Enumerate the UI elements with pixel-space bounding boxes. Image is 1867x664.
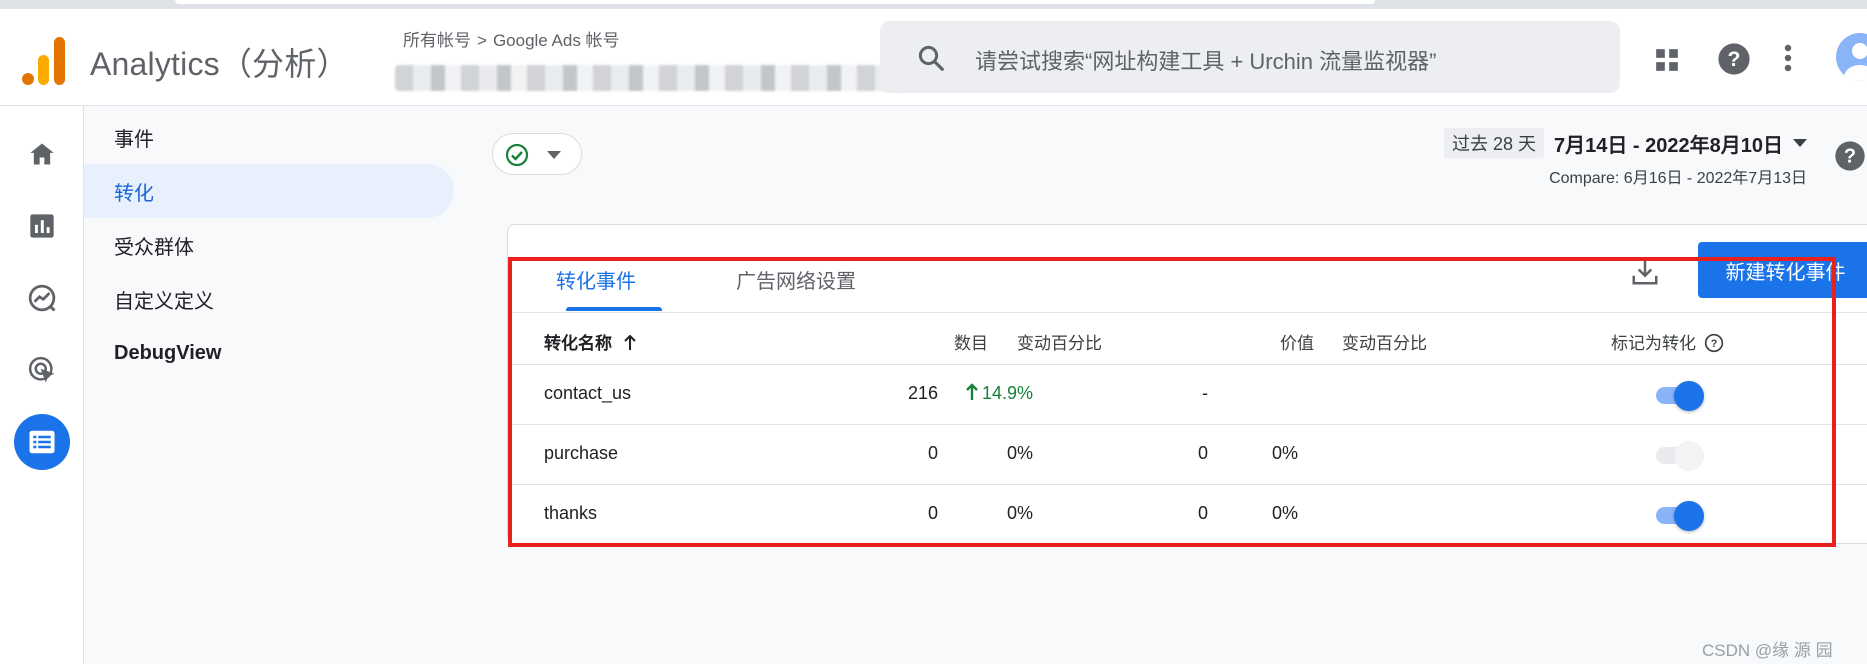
home-icon	[30, 143, 54, 165]
svg-text:?: ?	[1844, 146, 1856, 168]
breadcrumb-account[interactable]: Google Ads 帐号	[493, 31, 620, 50]
toggle-knob	[1674, 501, 1704, 531]
nav-item-label: 受众群体	[114, 236, 194, 259]
browser-strip	[0, 0, 1867, 9]
nav-item-label: 转化	[114, 182, 154, 205]
help-outline-icon[interactable]: ?	[1704, 333, 1724, 353]
chevron-down-icon	[1793, 139, 1807, 147]
rail-nav	[0, 106, 84, 664]
reports-nav-button[interactable]	[22, 206, 62, 246]
row-value-change: 0%	[1271, 443, 1298, 463]
more-vert-icon[interactable]	[1782, 43, 1794, 73]
nav-item-conversions[interactable]: 转化	[84, 164, 454, 218]
tab-bar: 转化事件 广告网络设置 新建转化事件	[508, 225, 1867, 313]
date-compare: Compare: 6月16日 - 2022年7月13日	[1549, 170, 1807, 187]
toggle-knob	[1674, 381, 1704, 411]
table-header: 转化名称 数目 变动百分比 价值 变动百分比 标记为转化 ?	[508, 313, 1867, 365]
active-tab-indicator	[566, 307, 662, 311]
col-header-count[interactable]: 数目	[954, 329, 988, 354]
configure-nav-button[interactable]	[14, 414, 70, 470]
row-name: thanks	[544, 503, 598, 523]
tab-ad-network-settings[interactable]: 广告网络设置	[736, 265, 856, 294]
col-header-mark-as-conversion[interactable]: 标记为转化 ?	[1611, 329, 1724, 354]
row-count-change: 0%	[1006, 443, 1033, 463]
nav-item-debugview[interactable]: DebugView	[84, 326, 454, 380]
mark-conversion-toggle[interactable]	[1652, 440, 1704, 471]
nav-item-custom-definitions[interactable]: 自定义定义	[84, 272, 454, 326]
explore-nav-button[interactable]	[22, 278, 62, 318]
table-row: contact_us 216 14.9% -	[508, 365, 1867, 425]
trend-up-arrow-icon	[966, 383, 978, 400]
svg-text:?: ?	[1728, 47, 1741, 71]
app-header: Analytics（分析） 所有帐号 > Google Ads 帐号 请尝试搜索“网…	[0, 9, 1867, 106]
analytics-logo	[22, 37, 66, 85]
toggle-knob	[1674, 441, 1704, 471]
configure-menu: 事件 转化 受众群体 自定义定义 DebugView	[84, 106, 470, 664]
page-help-icon[interactable]: ?	[1834, 140, 1866, 172]
list-icon	[29, 430, 55, 454]
col-header-name[interactable]: 转化名称	[544, 329, 637, 354]
col-header-count-change[interactable]: 变动百分比	[1017, 329, 1102, 354]
conversions-card: 转化事件 广告网络设置 新建转化事件 转化名称 数目 变动百分比 价值 变动百分…	[507, 224, 1867, 544]
account-icon	[1844, 43, 1867, 81]
advertising-nav-button[interactable]	[22, 350, 62, 390]
col-header-name-label: 转化名称	[544, 334, 612, 353]
avatar[interactable]	[1836, 33, 1867, 81]
watermark: CSDN @缘 源 园	[1702, 641, 1833, 660]
check-circle-icon	[505, 143, 529, 167]
row-name: purchase	[544, 443, 619, 463]
col-header-value-change[interactable]: 变动百分比	[1342, 329, 1427, 354]
breadcrumb-separator: >	[477, 31, 487, 50]
breadcrumb[interactable]: 所有帐号 > Google Ads 帐号	[403, 26, 620, 51]
table-row: purchase 0 0% 0 0%	[508, 425, 1867, 485]
row-value: 0	[1197, 503, 1208, 523]
nav-item-label: 自定义定义	[114, 290, 214, 313]
download-icon[interactable]	[1630, 257, 1660, 287]
explore-icon	[28, 284, 56, 312]
nav-item-label: 事件	[114, 128, 154, 151]
row-count: 0	[927, 503, 938, 523]
breadcrumb-root[interactable]: 所有帐号	[403, 31, 471, 50]
svg-text:?: ?	[1710, 338, 1717, 350]
help-icon[interactable]: ?	[1717, 42, 1751, 76]
new-conversion-event-button[interactable]: 新建转化事件	[1698, 242, 1867, 298]
search-bar[interactable]: 请尝试搜索“网址构建工具 + Urchin 流量监视器”	[880, 21, 1620, 93]
nav-item-audiences[interactable]: 受众群体	[84, 218, 454, 272]
app-brand: Analytics（分析）	[90, 46, 349, 82]
arrow-up-icon	[624, 334, 636, 350]
redacted-property-name[interactable]	[395, 65, 915, 91]
row-count: 216	[907, 383, 938, 403]
row-count-change-value: 14.9%	[981, 383, 1033, 403]
mark-conversion-toggle[interactable]	[1652, 380, 1704, 411]
table-row: thanks 0 0% 0 0%	[508, 485, 1867, 545]
date-range-picker[interactable]: 过去 28 天 7月14日 - 2022年8月10日 Compare: 6月16…	[1443, 128, 1807, 188]
apps-grid-icon[interactable]	[1654, 47, 1680, 73]
date-range: 7月14日 - 2022年8月10日	[1553, 134, 1783, 157]
tab-conversion-events[interactable]: 转化事件	[556, 265, 636, 294]
row-value: 0	[1197, 443, 1208, 463]
home-nav-button[interactable]	[22, 134, 62, 174]
bar-chart-icon	[30, 214, 54, 238]
row-count: 0	[927, 443, 938, 463]
status-filter-chip[interactable]	[492, 133, 582, 175]
row-name: contact_us	[544, 383, 632, 403]
row-value-change: 0%	[1271, 503, 1298, 523]
nav-item-label: DebugView	[114, 341, 222, 364]
search-icon	[918, 45, 944, 71]
row-value: -	[1202, 383, 1208, 403]
ads-click-icon	[28, 356, 55, 383]
row-count-change: 0%	[1006, 503, 1033, 523]
col-header-value[interactable]: 价值	[1280, 329, 1314, 354]
date-preset: 过去 28 天	[1443, 128, 1544, 158]
mark-conversion-toggle[interactable]	[1652, 500, 1704, 531]
row-count-change: 14.9%	[948, 383, 1033, 404]
nav-item-events[interactable]: 事件	[84, 110, 454, 164]
col-header-mark-label: 标记为转化	[1611, 334, 1696, 353]
search-input[interactable]: 请尝试搜索“网址构建工具 + Urchin 流量监视器”	[975, 44, 1436, 76]
chevron-down-icon	[547, 151, 561, 159]
